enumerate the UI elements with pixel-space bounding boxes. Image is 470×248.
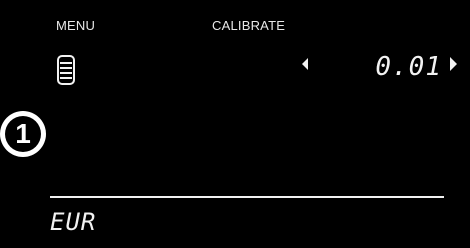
mode-label: CALIBRATE	[212, 18, 286, 33]
menu-label[interactable]: MENU	[56, 18, 95, 33]
currency-label: EUR	[50, 208, 97, 236]
left-arrow-icon[interactable]	[302, 58, 308, 70]
step-badge: 1	[0, 111, 46, 157]
coin-stack-icon	[57, 55, 75, 85]
step-number: 1	[5, 116, 41, 152]
right-arrow-icon[interactable]	[450, 57, 457, 71]
divider	[50, 196, 444, 198]
display-screen: MENU CALIBRATE 0.01 1 EUR	[0, 0, 470, 248]
calibration-value: 0.01	[375, 52, 442, 82]
